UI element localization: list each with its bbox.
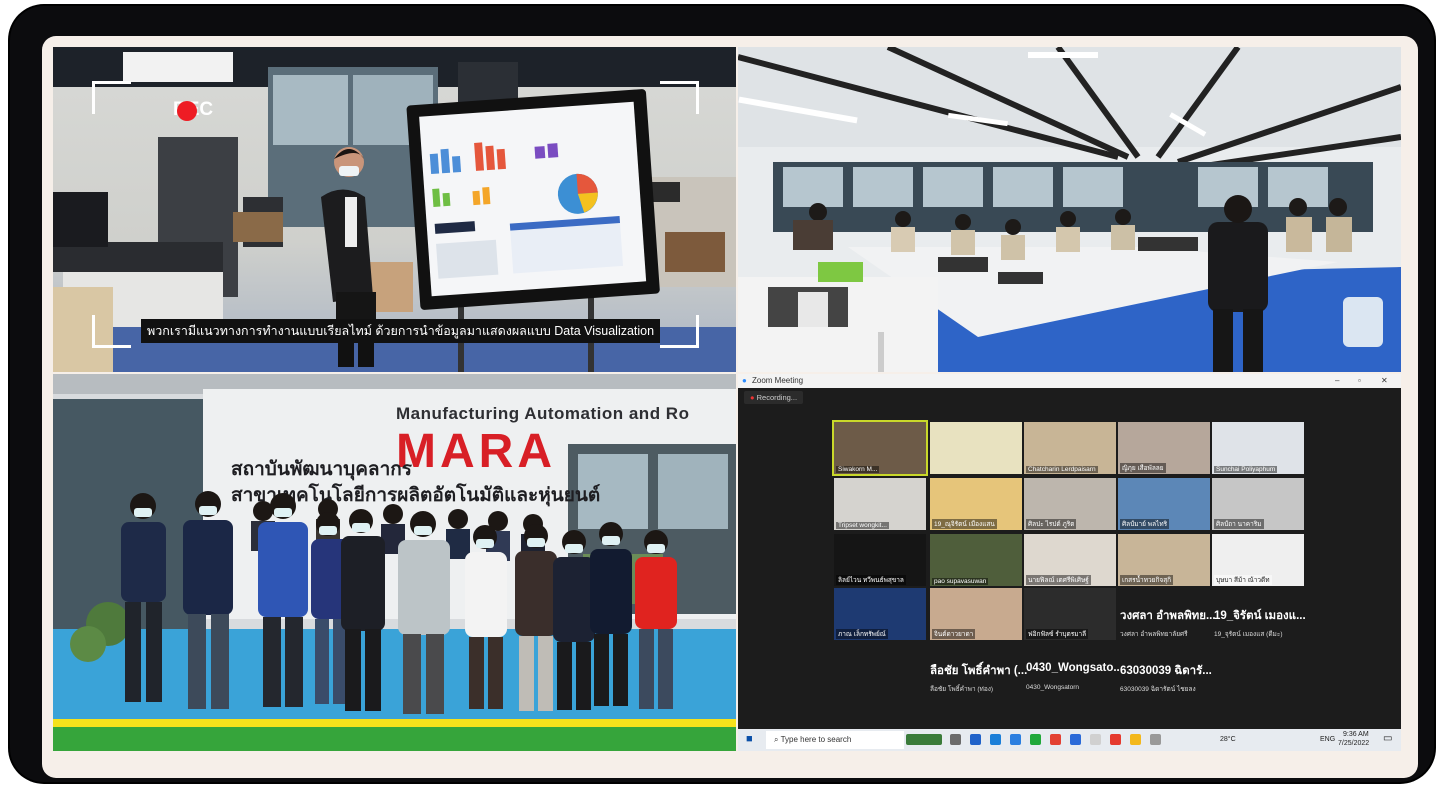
clock-date[interactable]: 7/25/2022 — [1338, 740, 1369, 747]
app-icon[interactable] — [1090, 734, 1101, 745]
photo-group-mara: Manufacturing Automation and Ro MARA สถา… — [53, 374, 736, 751]
zoom-meeting-window: ● Zoom Meeting – ▫ ✕ ● Recording... Siwa… — [738, 374, 1401, 751]
participant-name: Sunchai Poliyaphum — [1214, 466, 1278, 473]
windows-taskbar: ■ ⌕ Type here to search 28°C ENG 9:36 AM… — [738, 729, 1401, 751]
participant-tile[interactable]: นายฟิลณ์ เตศรีพิเศิษฐ์ — [1024, 534, 1116, 586]
viewfinder-corner-tl — [92, 81, 131, 114]
chrome-icon[interactable] — [1050, 734, 1061, 745]
participant-name: ลิลย์ไวน ทวีพนธ์พสุขาล — [836, 575, 906, 585]
participant-tile[interactable]: Chatcharin Lerdpaisarn — [1024, 422, 1116, 474]
windows-start-icon[interactable]: ■ — [746, 733, 753, 745]
notifications-icon[interactable]: ▭ — [1383, 733, 1392, 744]
participant-big-name[interactable]: ลือชัย โพธิ์คำพา (... — [930, 662, 1027, 680]
participant-big-name[interactable]: 0430_Wongsato... — [1026, 662, 1123, 674]
participant-name: 19_ณุจิรัตน์ เมืองแสน — [932, 519, 997, 529]
recording-label: Recording... — [756, 393, 798, 402]
participant-tile[interactable]: ฟอิกฟัลซ์ รำบุตรมาลี — [1024, 588, 1116, 640]
taskbar-search[interactable]: ⌕ Type here to search — [766, 731, 904, 749]
zoom-window-title: Zoom Meeting — [752, 376, 804, 385]
participant-tile[interactable]: pao supavasuwan — [930, 534, 1022, 586]
participant-name: เกสรน้ำทวยกิจสุกิ — [1120, 575, 1174, 585]
participant-name: ภาณ เล็กทรัพย์ณ์ — [836, 629, 888, 639]
participant-name: Chatcharin Lerdpaisarn — [1026, 466, 1098, 473]
zoom-logo-icon: ● — [742, 376, 747, 385]
app-icon[interactable] — [1030, 734, 1041, 745]
lab-scene — [738, 47, 1401, 372]
file-explorer-icon[interactable] — [1130, 734, 1141, 745]
participant-name: ศิลปะ ไรปต์ ภูริต — [1026, 519, 1077, 529]
viewfinder-corner-tr — [660, 81, 699, 114]
participant-tile[interactable]: เกสรน้ำทวยกิจสุกิ — [1118, 534, 1210, 586]
input-language[interactable]: ENG — [1320, 736, 1335, 743]
participant-name: ศิลป์มาย์ พลไทริ — [1120, 519, 1170, 529]
participant-big-name[interactable]: 19_จิรัตน์ เมองแ... — [1214, 607, 1306, 625]
app-icon[interactable] — [1150, 734, 1161, 745]
participant-tile[interactable]: จินต์ดาวยาดา — [930, 588, 1022, 640]
participant-tile[interactable]: 19_ณุจิรัตน์ เมืองแสน — [930, 478, 1022, 530]
participant-tile[interactable]: ศิลป์มาย์ พลไทริ — [1118, 478, 1210, 530]
app-icon[interactable] — [1110, 734, 1121, 745]
participant-name: 63030039 ฉิดารัตน์ ไชยลง — [1120, 686, 1196, 693]
photo-caption: พวกเรามีแนวทางการทำงานแบบเรียลไทม์ ด้วยก… — [141, 319, 661, 343]
minimize-icon[interactable]: – — [1335, 376, 1339, 385]
participant-name: 19_จุรัตน์ เมองแส (ดีมะ) — [1214, 631, 1283, 638]
participant-tile[interactable]: Tripset wongkit... — [834, 478, 926, 530]
participant-name: 0430_Wongsatorn — [1026, 684, 1080, 691]
zoom-titlebar: ● Zoom Meeting – ▫ ✕ — [738, 374, 1401, 388]
participant-tile[interactable]: ลิลย์ไวน ทวีพนธ์พสุขาล — [834, 534, 926, 586]
viewfinder-corner-bl — [92, 315, 131, 348]
app-icon[interactable] — [1010, 734, 1021, 745]
record-dot-icon: ● — [750, 393, 757, 402]
participant-tile[interactable]: ภาณ เล็กทรัพย์ณ์ — [834, 588, 926, 640]
participant-name: ลือชัย โพธิ์คำพา (ท่อง) — [930, 686, 994, 693]
photo-training-lab — [738, 47, 1401, 372]
participant-big-name[interactable]: 63030039 ฉิดารั... — [1120, 662, 1212, 680]
participant-name: บุษบา สีม้า ณ้าวดีท — [1214, 575, 1272, 585]
weather-temp: 28°C — [1220, 736, 1236, 743]
participant-name: Siwakorn M... — [836, 466, 880, 473]
close-icon[interactable]: ✕ — [1381, 376, 1388, 385]
participant-tile[interactable]: ญิภุย เสือพัลลย — [1118, 422, 1210, 474]
participant-big-name[interactable]: วงศลา อำพลพิทย... — [1120, 607, 1216, 625]
group-people — [121, 491, 677, 714]
app-icon[interactable] — [990, 734, 1001, 745]
search-placeholder: Type here to search — [780, 735, 852, 744]
recording-indicator[interactable]: ● Recording... — [744, 391, 804, 404]
maximize-icon[interactable]: ▫ — [1358, 376, 1361, 385]
record-dot-icon — [177, 101, 197, 121]
app-icon[interactable] — [970, 734, 981, 745]
participant-name: วงศลา อำพลพิทยาลัยศรี — [1120, 631, 1188, 638]
participant-tile[interactable]: บุษบา สีม้า ณ้าวดีท — [1212, 534, 1304, 586]
participant-name: pao supavasuwan — [932, 578, 989, 585]
app-icon[interactable] — [1070, 734, 1081, 745]
photo-office-dashboard: REC พวกเรามีแนวทางการทำงานแบบเรียลไทม์ ด… — [53, 47, 736, 372]
participant-name: ญิภุย เสือพัลลย — [1120, 463, 1166, 473]
clock-time[interactable]: 9:36 AM — [1343, 731, 1369, 738]
participant-name: Tripset wongkit... — [836, 522, 889, 529]
participant-tile[interactable]: Siwakorn M... — [832, 420, 928, 476]
participant-name: ฟอิกฟัลซ์ รำบุตรมาลี — [1026, 629, 1089, 639]
participant-name: ศิลป์ถา นาคาริม — [1214, 519, 1264, 529]
viewfinder-corner-br — [660, 315, 699, 348]
participant-tile[interactable]: ศิลปะ ไรปต์ ภูริต — [1024, 478, 1116, 530]
weather-widget-icon[interactable] — [906, 734, 942, 745]
participant-tile[interactable]: ศิลป์ถา นาคาริม — [1212, 478, 1304, 530]
task-view-icon[interactable] — [950, 734, 961, 745]
participant-tile[interactable] — [930, 422, 1022, 474]
participant-name: นายฟิลณ์ เตศรีพิเศิษฐ์ — [1026, 575, 1091, 585]
participant-tile[interactable]: Sunchai Poliyaphum — [1212, 422, 1304, 474]
participant-name: จินต์ดาวยาดา — [932, 629, 976, 639]
